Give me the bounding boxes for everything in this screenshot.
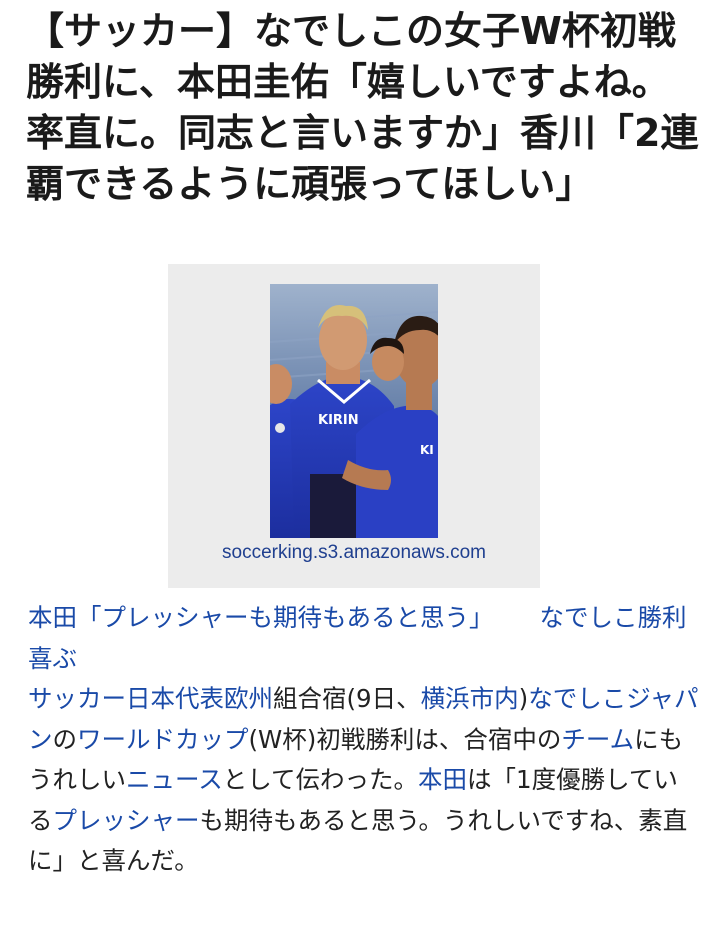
body-text: の	[52, 724, 78, 754]
article-body: 本田「プレッシャーも期待もあると思う」 なでしこ勝利喜ぶ サッカー日本代表欧州組合宿…	[28, 598, 700, 882]
image-source-caption: soccerking.s3.amazonaws.com	[222, 542, 486, 563]
link-news[interactable]: ニュース	[126, 765, 223, 794]
article-headline: 【サッカー】なでしこの女子W杯初戦勝利に、本田圭佑「嬉しいですよね。率直に。同志…	[26, 9, 699, 206]
body-text: (W杯)初戦勝利は、合宿中の	[248, 724, 562, 754]
body-text: )	[518, 684, 529, 713]
link-honda[interactable]: 本田	[418, 765, 467, 794]
link-world-cup[interactable]: ワールドカップ	[77, 725, 249, 754]
body-text: 組合宿(9日、	[273, 684, 421, 713]
link-pressure[interactable]: プレッシャー	[53, 806, 200, 835]
link-team[interactable]: チーム	[561, 725, 634, 754]
jersey-sponsor-text: KIRIN	[318, 413, 359, 428]
link-japan-national-team[interactable]: サッカー日本代表欧州	[28, 684, 273, 713]
body-text: として伝わった。	[222, 765, 419, 794]
related-link-honda[interactable]: 本田「プレッシャーも期待もあると思う」	[28, 603, 494, 632]
players-photo[interactable]: KIRIN KI	[270, 284, 438, 538]
link-yokohama[interactable]: 横浜市内	[421, 684, 519, 713]
svg-text:KI: KI	[420, 443, 434, 457]
article-image-box: KIRIN KI soccerking.s3.amazonaws.com	[168, 264, 540, 588]
